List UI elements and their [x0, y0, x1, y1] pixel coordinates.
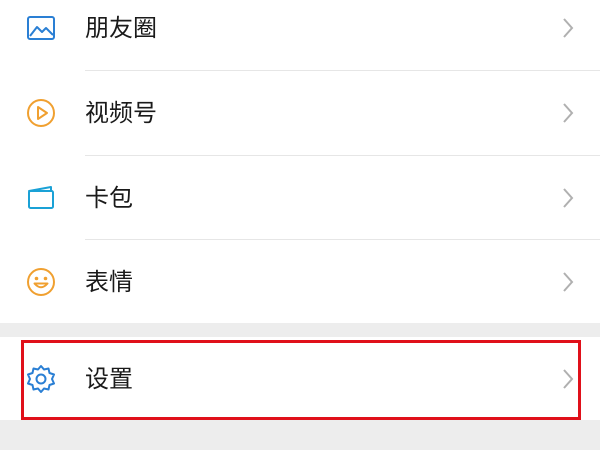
menu-item-card-wallet[interactable]: 卡包 [0, 156, 600, 240]
bottom-background [0, 420, 600, 450]
menu-item-label: 设置 [85, 365, 133, 393]
card-wallet-icon [25, 182, 57, 214]
moments-icon [25, 12, 57, 44]
chevron-right-icon [561, 368, 575, 390]
chevron-right-icon [561, 102, 575, 124]
menu-item-stickers[interactable]: 表情 [0, 240, 600, 324]
menu-item-label: 表情 [85, 268, 133, 296]
section-separator [0, 323, 600, 337]
menu-item-moments[interactable]: 朋友圈 [0, 0, 600, 70]
menu-item-label: 卡包 [85, 184, 133, 212]
menu-item-label: 视频号 [85, 99, 157, 127]
menu-item-channels[interactable]: 视频号 [0, 71, 600, 155]
me-menu-screen: 朋友圈 视频号 卡包 表情 设置 [0, 0, 600, 450]
menu-item-settings[interactable]: 设置 [0, 338, 600, 420]
chevron-right-icon [561, 271, 575, 293]
menu-item-label: 朋友圈 [85, 14, 157, 42]
sticker-icon [25, 266, 57, 298]
gear-icon [25, 363, 57, 395]
channels-icon [25, 97, 57, 129]
chevron-right-icon [561, 17, 575, 39]
chevron-right-icon [561, 187, 575, 209]
